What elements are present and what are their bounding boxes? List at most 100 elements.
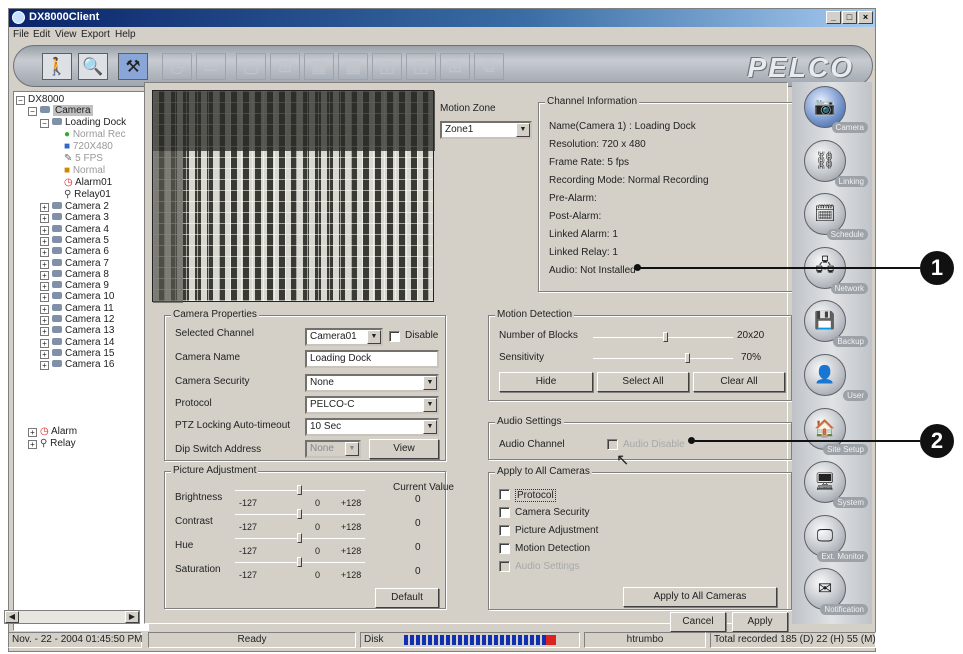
clear-all-button[interactable]: Clear All [693, 372, 785, 392]
expand-icon[interactable]: + [40, 338, 49, 348]
ptz-timeout-select[interactable]: 10 Sec ▼ [305, 418, 439, 436]
person-icon[interactable]: 🚶 [42, 53, 72, 80]
menu-view[interactable]: View [55, 29, 77, 40]
maximize-button[interactable]: □ [842, 11, 857, 24]
selected-channel-select[interactable]: Camera01 ▼ [305, 328, 383, 346]
tree-camera-item[interactable]: + Camera 6 [40, 246, 109, 258]
view-button[interactable]: View [369, 439, 439, 459]
expand-icon[interactable]: + [40, 349, 49, 359]
collapse-icon[interactable]: − [40, 119, 49, 128]
tree-camera-item[interactable]: + Camera 9 [40, 280, 109, 292]
motion-zone-select[interactable]: Zone1 ▼ [440, 121, 532, 139]
expand-icon[interactable]: + [40, 214, 49, 224]
tree-camera-item[interactable]: + Camera 5 [40, 235, 109, 246]
tree-relay01[interactable]: ⚲ Relay01 [64, 189, 111, 200]
layout-6-icon[interactable]: ◫ [372, 53, 402, 80]
blocks-slider-thumb[interactable] [663, 332, 668, 342]
export-icon[interactable]: ▭ [196, 53, 226, 80]
sidenav-item-user[interactable]: 👤 [804, 354, 846, 396]
layout-custom-icon[interactable]: ⧉ [474, 53, 504, 80]
tree-camera-item[interactable]: + Camera 8 [40, 269, 109, 280]
scroll-left-icon[interactable]: ◀ [5, 611, 19, 623]
layout-1-icon[interactable]: ▢ [236, 53, 266, 80]
tools-icon[interactable]: ⚒ [118, 53, 148, 80]
apply-option-checkbox[interactable] [499, 489, 510, 500]
expand-icon[interactable]: + [40, 327, 49, 337]
expand-icon[interactable]: + [40, 361, 49, 371]
menu-help[interactable]: Help [115, 29, 136, 40]
disable-checkbox[interactable] [389, 331, 400, 342]
adjust-slider-thumb[interactable] [297, 533, 302, 543]
chevron-down-icon[interactable]: ▼ [423, 420, 437, 434]
expand-icon[interactable]: + [40, 293, 49, 303]
expand-icon[interactable]: + [40, 203, 49, 212]
expand-icon[interactable]: + [40, 270, 49, 280]
tree-camera-item[interactable]: + Camera 12 [40, 314, 114, 325]
tree-camera-item[interactable]: + Camera 16 [40, 359, 114, 371]
chevron-down-icon[interactable]: ▼ [516, 123, 530, 137]
tree-root[interactable]: − DX8000 [16, 94, 64, 105]
chevron-down-icon[interactable]: ▼ [423, 398, 437, 412]
tree-camera-item[interactable]: + Camera 4 [40, 224, 109, 235]
adjust-slider-thumb[interactable] [297, 485, 302, 495]
tree-alarm01[interactable]: ◷ Alarm01 [64, 177, 112, 188]
tree-camera-item[interactable]: + Camera 3 [40, 212, 109, 224]
apply-button[interactable]: Apply [732, 612, 788, 632]
layout-9-icon[interactable]: ▦ [304, 53, 334, 80]
tree-camera-item[interactable]: + Camera 11 [40, 303, 114, 314]
dip-switch-select[interactable]: None ▼ [305, 440, 361, 458]
menu-file[interactable]: File [13, 29, 29, 40]
camera-name-input[interactable]: Loading Dock [305, 350, 439, 368]
clock-icon[interactable]: ◷ [162, 53, 192, 80]
chevron-down-icon[interactable]: ▼ [345, 442, 359, 456]
sensitivity-slider-thumb[interactable] [685, 353, 690, 363]
select-all-button[interactable]: Select All [597, 372, 689, 392]
apply-option-checkbox[interactable] [499, 525, 510, 536]
expand-icon[interactable]: + [40, 282, 49, 292]
expand-icon[interactable]: + [40, 304, 49, 314]
expand-icon[interactable]: + [28, 428, 37, 437]
tree-relay[interactable]: + ⚲ Relay [28, 438, 76, 449]
apply-all-cameras-button[interactable]: Apply to All Cameras [623, 587, 777, 607]
hide-button[interactable]: Hide [499, 372, 593, 392]
close-button[interactable]: × [858, 11, 873, 24]
tree-camera-item[interactable]: + Camera 10 [40, 291, 114, 303]
adjust-slider-thumb[interactable] [297, 509, 302, 519]
collapse-icon[interactable]: − [16, 96, 25, 105]
apply-option-checkbox[interactable] [499, 543, 510, 554]
expand-icon[interactable]: + [40, 248, 49, 258]
expand-icon[interactable]: + [40, 259, 49, 269]
minimize-button[interactable]: _ [826, 11, 841, 24]
collapse-icon[interactable]: − [28, 107, 37, 116]
menu-edit[interactable]: Edit [33, 29, 50, 40]
apply-option-checkbox[interactable] [499, 507, 510, 518]
tree-fps[interactable]: ✎ 5 FPS [64, 153, 103, 164]
expand-icon[interactable]: + [40, 225, 49, 235]
tree-alarm[interactable]: + ◷ Alarm [28, 426, 77, 437]
search-camera-icon[interactable]: 🔍 [78, 53, 108, 80]
layout-4-icon[interactable]: ⊞ [270, 53, 300, 80]
camera-security-select[interactable]: None ▼ [305, 374, 439, 392]
tree-camera-item[interactable]: + Camera 2 [40, 201, 109, 212]
tree-motion[interactable]: ■ Normal [64, 165, 105, 176]
layout-16-icon[interactable]: ▦ [338, 53, 368, 80]
default-button[interactable]: Default [375, 588, 439, 608]
apply-option-checkbox[interactable] [499, 561, 510, 572]
tree-scrollbar[interactable]: ◀ ▶ [4, 610, 140, 624]
cancel-button[interactable]: Cancel [670, 612, 726, 632]
tree-camera-item[interactable]: + Camera 15 [40, 348, 114, 359]
expand-icon[interactable]: + [40, 236, 49, 246]
tree-rec-mode[interactable]: ● Normal Rec [64, 129, 126, 140]
camera-video-preview[interactable] [152, 90, 435, 303]
chevron-down-icon[interactable]: ▼ [423, 376, 437, 390]
expand-icon[interactable]: + [28, 440, 37, 449]
audio-disable-checkbox[interactable] [607, 439, 618, 450]
menu-export[interactable]: Export [81, 29, 110, 40]
tree-camera-item[interactable]: + Camera 13 [40, 325, 114, 337]
tree-camera-item[interactable]: + Camera 7 [40, 258, 109, 269]
tree-selected-camera[interactable]: − Loading Dock [40, 117, 126, 128]
layout-8-icon[interactable]: ◫ [406, 53, 436, 80]
adjust-slider-thumb[interactable] [297, 557, 302, 567]
tree-camera-group[interactable]: − Camera [28, 105, 93, 116]
tree-camera-item[interactable]: + Camera 14 [40, 337, 114, 348]
